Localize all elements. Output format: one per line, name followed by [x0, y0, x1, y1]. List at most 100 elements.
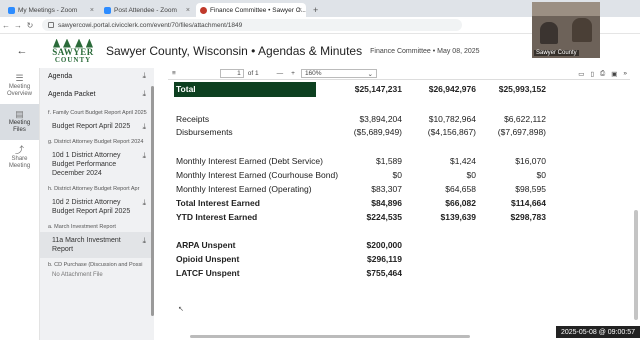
- close-icon[interactable]: ×: [90, 7, 94, 14]
- zoom-icon: [8, 6, 15, 14]
- tab-title: My Meetings - Zoom: [18, 6, 78, 14]
- download-icon[interactable]: ⤓: [142, 236, 146, 245]
- files-panel: Agenda ⤓ Agenda Packet ⤓ f. Family Court…: [40, 68, 154, 340]
- cell: $25,993,152: [498, 84, 546, 94]
- tab-my-meetings[interactable]: My Meetings - Zoom ×: [4, 3, 98, 17]
- total-interest-row: Total Interest Earned $84,896 $66,082 $1…: [176, 198, 546, 208]
- cell: $83,307: [371, 184, 402, 194]
- file-item[interactable]: 10d 1 District Attorney Budget Performan…: [40, 147, 154, 182]
- section-heading: g. District Attorney Budget Report 2024: [48, 139, 144, 145]
- back-nav-icon[interactable]: ←: [0, 21, 12, 30]
- recording-timestamp: 2025-05-08 @ 09:00:57: [556, 326, 640, 338]
- page-number-input[interactable]: 1: [219, 69, 244, 78]
- zoom-icon: [104, 6, 111, 14]
- cell: $1,424: [450, 156, 476, 166]
- cell: ($5,689,949): [353, 127, 402, 137]
- zoom-out-button[interactable]: —: [277, 70, 284, 77]
- download-icon[interactable]: ⤓: [142, 122, 146, 131]
- county-logo[interactable]: SAWYER COUNTY: [44, 37, 102, 65]
- cell: $26,942,976: [428, 84, 476, 94]
- download-icon[interactable]: ⤓: [142, 198, 146, 207]
- row-label: Receipts: [176, 114, 210, 124]
- save-icon[interactable]: ▣: [611, 70, 617, 78]
- section-heading: a. March Investment Report: [48, 224, 116, 230]
- close-icon[interactable]: ×: [186, 7, 190, 14]
- close-icon[interactable]: ×: [298, 7, 302, 14]
- document-scrollbar[interactable]: [634, 210, 638, 320]
- zoom-in-button[interactable]: +: [291, 70, 295, 77]
- file-item[interactable]: 10d 2 District Attorney Budget Report Ap…: [40, 194, 154, 220]
- row-label: Monthly Interest Earned (Debt Service): [176, 156, 323, 166]
- cell: $0: [466, 170, 476, 180]
- rail-meeting-files[interactable]: ▤ Meeting Files: [0, 104, 39, 140]
- agenda-label: Agenda: [48, 72, 73, 80]
- left-rail: ☰ Meeting Overview ▤ Meeting Files ⤴ Sha…: [0, 68, 40, 340]
- download-icon[interactable]: ⤓: [142, 89, 146, 99]
- cell: $114,664: [511, 198, 546, 208]
- download-icon[interactable]: ⤓: [142, 151, 146, 160]
- agenda-item[interactable]: Agenda ⤓: [40, 68, 154, 84]
- cell: $25,147,231: [354, 84, 402, 94]
- disbursements-row: Disbursements ($5,689,949) ($4,156,867) …: [176, 127, 546, 137]
- tab-finance-committee[interactable]: Finance Committee • Sawyer C... ×: [196, 3, 306, 17]
- opioid-row: Opioid Unspent $296,119: [176, 254, 546, 264]
- cell: $6,622,112: [504, 114, 546, 124]
- download-icon[interactable]: ⤓: [142, 71, 146, 81]
- back-arrow-icon[interactable]: ←: [0, 45, 44, 57]
- section-heading: f. Family Court Budget Report April 2025: [48, 110, 147, 116]
- sidebar-toggle-icon[interactable]: ≡: [172, 70, 176, 77]
- file-item[interactable]: Budget Report April 2025 ⤓: [40, 118, 154, 135]
- more-icon[interactable]: »: [623, 70, 627, 78]
- cell: $66,082: [445, 198, 476, 208]
- video-person: [540, 22, 558, 44]
- no-attachment-text: No Attachment File: [52, 272, 103, 278]
- url-field[interactable]: sawyercowi.portal.civicclerk.com/event/7…: [42, 19, 462, 31]
- files-icon: ▤: [15, 108, 24, 119]
- receipts-row: Receipts $3,894,204 $10,782,964 $6,622,1…: [176, 114, 546, 124]
- rail-label: Meeting Files: [8, 119, 31, 133]
- cell: $3,894,204: [359, 114, 402, 124]
- video-person: [572, 18, 592, 42]
- interest-courthouse-row: Monthly Interest Earned (Courhouse Bond)…: [176, 170, 546, 180]
- tab-title: Post Attendee - Zoom: [114, 6, 177, 14]
- video-label: Sawyer County: [534, 50, 579, 56]
- total-row: Total $25,147,231 $26,942,976 $25,993,15…: [176, 84, 546, 94]
- row-label: ARPA Unspent: [176, 240, 236, 250]
- zoom-select[interactable]: 160% ⌄: [300, 69, 377, 78]
- print-icon[interactable]: ⎙: [600, 70, 605, 78]
- site-info-icon[interactable]: [48, 22, 54, 28]
- rail-meeting-overview[interactable]: ☰ Meeting Overview: [0, 68, 39, 104]
- presentation-icon[interactable]: ▭: [578, 70, 584, 78]
- video-thumbnail[interactable]: Sawyer County: [532, 2, 600, 58]
- ytd-interest-row: YTD Interest Earned $224,535 $139,639 $2…: [176, 212, 546, 222]
- menu-icon: ☰: [15, 72, 24, 83]
- row-label: Monthly Interest Earned (Operating): [176, 184, 312, 194]
- cell: $84,896: [371, 198, 402, 208]
- cell: $0: [536, 170, 546, 180]
- cell: $1,589: [376, 156, 402, 166]
- panel-scrollbar[interactable]: [151, 86, 154, 316]
- tab-title: Finance Committee • Sawyer C...: [210, 6, 306, 14]
- cell: $0: [392, 170, 402, 180]
- rail-share-meeting[interactable]: ⤴ Share Meeting: [0, 140, 39, 176]
- agenda-packet-label: Agenda Packet: [48, 90, 96, 98]
- reload-icon[interactable]: ↻: [24, 21, 36, 30]
- row-label: YTD Interest Earned: [176, 212, 258, 222]
- logo-text-2: COUNTY: [54, 55, 92, 64]
- agenda-packet-item[interactable]: Agenda Packet ⤓: [40, 86, 154, 102]
- forward-nav-icon[interactable]: →: [12, 21, 24, 30]
- latcf-row: LATCF Unspent $755,464: [176, 268, 546, 278]
- file-label: Budget Report April 2025: [52, 123, 131, 130]
- page-number: 1: [237, 70, 241, 77]
- row-label: Total: [176, 84, 196, 94]
- file-item-selected[interactable]: 11a March Investment Report ⤓: [40, 232, 154, 258]
- row-label: LATCF Unspent: [176, 268, 240, 278]
- file-label: 11a March Investment Report: [52, 237, 121, 253]
- page-count: of 1: [247, 70, 259, 77]
- tab-post-attendee[interactable]: Post Attendee - Zoom ×: [100, 3, 194, 17]
- cell: ($4,156,867): [427, 127, 476, 137]
- row-label: Opioid Unspent: [176, 254, 240, 264]
- new-tab-button[interactable]: +: [308, 5, 323, 17]
- horizontal-scrollbar[interactable]: [190, 335, 470, 338]
- open-file-icon[interactable]: ▯: [590, 70, 594, 78]
